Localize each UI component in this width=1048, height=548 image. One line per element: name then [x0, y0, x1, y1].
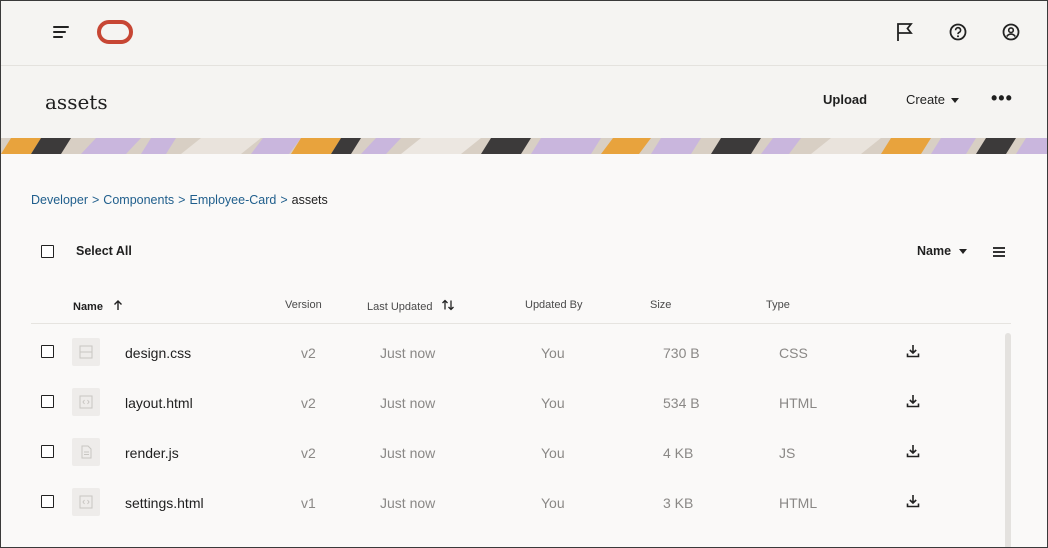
upload-button[interactable]: Upload [823, 92, 867, 107]
more-actions-button[interactable]: ••• [991, 88, 1013, 109]
file-version: v2 [301, 345, 316, 361]
header-divider [31, 323, 1011, 324]
select-all-checkbox[interactable] [41, 245, 54, 258]
sort-dropdown[interactable]: Name [917, 244, 968, 258]
file-last-updated: Just now [380, 445, 436, 461]
file-size: 4 KB [663, 445, 694, 461]
flag-icon[interactable] [894, 21, 916, 43]
download-icon[interactable] [906, 394, 920, 408]
title-bar: assets Upload Create ••• [1, 66, 1047, 138]
row-checkbox[interactable] [41, 445, 54, 458]
list-view-icon[interactable] [993, 247, 1005, 257]
column-header-size[interactable]: Size [650, 299, 671, 311]
file-last-updated: Just now [380, 495, 436, 511]
column-last-updated-label: Last Updated [367, 301, 433, 313]
table-row[interactable]: render.js v2 Just now You 4 KB JS [1, 426, 1001, 476]
row-checkbox[interactable] [41, 345, 54, 358]
sort-both-icon [441, 299, 454, 311]
table-row[interactable]: layout.html v2 Just now You 534 B HTML [1, 376, 1001, 426]
breadcrumb-developer[interactable]: Developer [31, 193, 88, 207]
page-title: assets [45, 90, 108, 114]
create-label: Create [906, 92, 946, 107]
row-checkbox[interactable] [41, 495, 54, 508]
breadcrumb-separator: > [280, 193, 288, 207]
decorative-banner [1, 138, 1047, 154]
user-profile-icon[interactable] [1000, 21, 1022, 43]
sort-label: Name [917, 244, 952, 258]
table-row[interactable]: settings.html v1 Just now You 3 KB HTML [1, 476, 1001, 526]
breadcrumb-separator: > [178, 193, 186, 207]
column-name-label: Name [73, 301, 103, 313]
breadcrumb-separator: > [91, 193, 100, 207]
file-version: v1 [301, 495, 316, 511]
file-type: CSS [779, 345, 808, 361]
file-version: v2 [301, 445, 316, 461]
code-file-icon [72, 488, 100, 516]
breadcrumb-components[interactable]: Components [103, 193, 174, 207]
column-header-version[interactable]: Version [285, 299, 322, 311]
sort-ascending-icon [114, 300, 123, 310]
file-name-link[interactable]: layout.html [125, 395, 193, 411]
download-icon[interactable] [906, 444, 920, 458]
file-size: 730 B [663, 345, 700, 361]
file-name-link[interactable]: design.css [125, 345, 191, 361]
file-size: 534 B [663, 395, 700, 411]
column-header-last-updated[interactable]: Last Updated [367, 299, 455, 313]
help-icon[interactable] [947, 21, 969, 43]
select-all-label[interactable]: Select All [76, 244, 132, 258]
vertical-scrollbar[interactable] [1005, 333, 1011, 547]
file-name-link[interactable]: settings.html [125, 495, 204, 511]
css-file-icon [72, 338, 100, 366]
file-name-link[interactable]: render.js [125, 445, 179, 461]
file-updated-by: You [541, 445, 565, 461]
chevron-down-icon [951, 98, 960, 104]
breadcrumb-current: assets [291, 193, 328, 207]
file-last-updated: Just now [380, 395, 436, 411]
file-updated-by: You [541, 395, 565, 411]
chevron-down-icon [959, 249, 968, 255]
code-file-icon [72, 388, 100, 416]
file-type: JS [779, 445, 796, 461]
file-version: v2 [301, 395, 316, 411]
file-updated-by: You [541, 345, 565, 361]
create-button[interactable]: Create [906, 92, 960, 107]
file-last-updated: Just now [380, 345, 436, 361]
oracle-logo[interactable] [97, 20, 133, 44]
row-checkbox[interactable] [41, 395, 54, 408]
column-header-type[interactable]: Type [766, 299, 790, 311]
document-file-icon [72, 438, 100, 466]
top-bar [1, 1, 1047, 66]
hamburger-menu-icon[interactable] [53, 23, 71, 41]
file-type: HTML [779, 395, 818, 411]
breadcrumb: Developer > Components > Employee-Card > asset… [31, 193, 328, 207]
file-type: HTML [779, 495, 818, 511]
app-frame: assets Upload Create ••• Developer > Com… [0, 0, 1048, 548]
breadcrumb-employee-card[interactable]: Employee-Card [189, 193, 276, 207]
column-header-updated-by[interactable]: Updated By [525, 299, 582, 311]
file-size: 3 KB [663, 495, 694, 511]
table-row[interactable]: design.css v2 Just now You 730 B CSS [1, 326, 1001, 376]
download-icon[interactable] [906, 344, 920, 358]
file-updated-by: You [541, 495, 565, 511]
column-header-name[interactable]: Name [73, 299, 124, 313]
download-icon[interactable] [906, 494, 920, 508]
